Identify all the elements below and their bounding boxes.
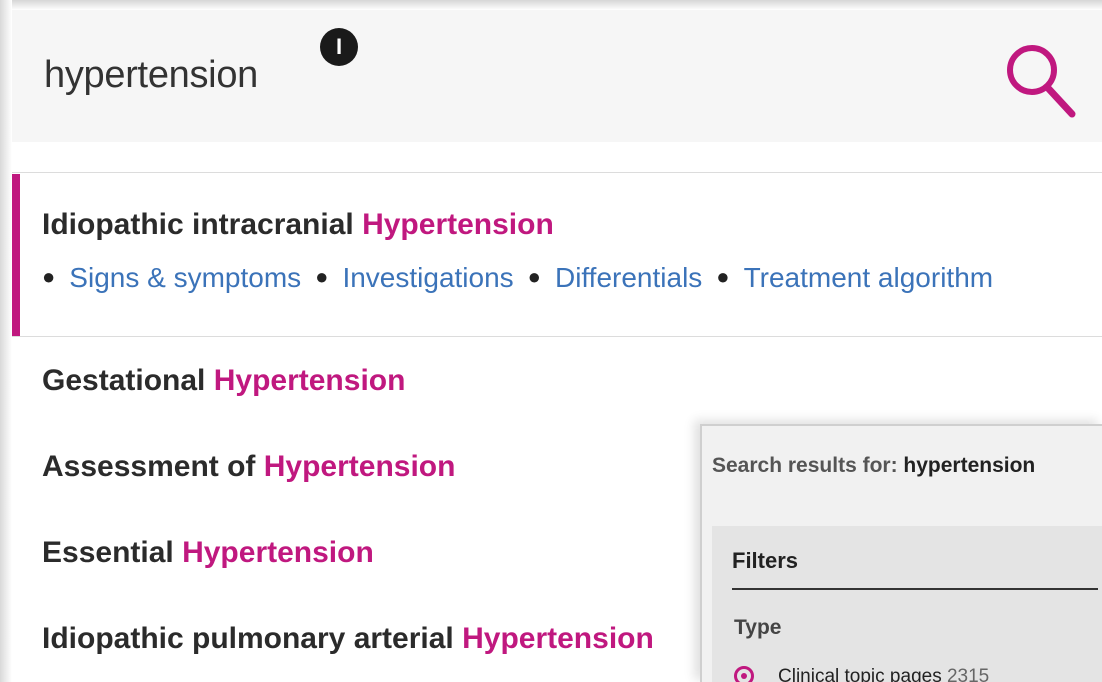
radio-clinical-topic-pages[interactable] [734,666,754,682]
result-title-text: Assessment of [42,450,264,483]
result-title-text: Idiopathic intracranial [42,208,363,241]
search-bar[interactable]: hypertension I [12,10,1102,142]
active-result-indicator [12,174,20,336]
bullet: ● [315,264,329,289]
text-cursor-badge: I [320,28,358,66]
search-icon[interactable] [1002,40,1078,120]
result-title-highlight: Hypertension [362,208,554,241]
filter-option-label: Clinical topic pages [778,666,942,682]
link-differentials[interactable]: Differentials [555,262,702,293]
result-title-text: Essential [42,536,183,569]
result-item-essential[interactable]: Essential Hypertension [42,536,374,570]
featured-result[interactable]: Idiopathic intracranial Hypertension ● Si… [12,174,1102,336]
bullet: ● [42,264,56,289]
bullet: ● [716,264,730,289]
filter-type-label: Type [734,616,782,639]
search-results-header: Search results for: hypertension [712,454,1035,478]
result-title-highlight: Hypertension [263,450,456,483]
result-item-pulmonary-arterial[interactable]: Idiopathic pulmonary arterial Hypertensi… [42,622,654,656]
search-results-label: Search results for: [712,454,904,477]
link-investigations[interactable]: Investigations [342,262,513,293]
result-item-gestational[interactable]: Gestational Hypertension [42,364,405,398]
search-input[interactable]: hypertension [44,54,258,97]
search-page: hypertension I Idiopathic intracranial H… [0,0,1102,682]
bullet: ● [527,264,541,289]
link-treatment-algorithm[interactable]: Treatment algorithm [744,262,994,293]
result-item-assessment[interactable]: Assessment of Hypertension [42,450,455,484]
link-signs-symptoms[interactable]: Signs & symptoms [69,262,301,293]
divider [12,172,1102,173]
divider [12,336,1102,337]
result-title-text: Gestational [42,364,214,397]
result-title-highlight: Hypertension [182,536,374,569]
result-title-highlight: Hypertension [462,622,654,655]
result-title-text: Idiopathic pulmonary arterial [42,622,463,655]
filters-divider [732,588,1098,590]
search-results-query: hypertension [903,454,1036,477]
window-shadow-top [0,0,1102,10]
result-title-highlight: Hypertension [213,364,406,397]
filter-option-clinical-topic-pages[interactable]: Clinical topic pages 2315 [778,666,989,682]
filter-option-count: 2315 [946,666,990,682]
featured-result-title[interactable]: Idiopathic intracranial Hypertension [42,208,554,242]
filters-title: Filters [732,548,799,573]
filters-box: Filters Type Clinical topic pages 2315 [712,526,1102,682]
window-shadow-left [0,0,12,682]
featured-result-links: ● Signs & symptoms ● Investigations ● Differe… [42,262,993,294]
search-results-panel: Search results for: hypertension Filters… [700,424,1102,682]
